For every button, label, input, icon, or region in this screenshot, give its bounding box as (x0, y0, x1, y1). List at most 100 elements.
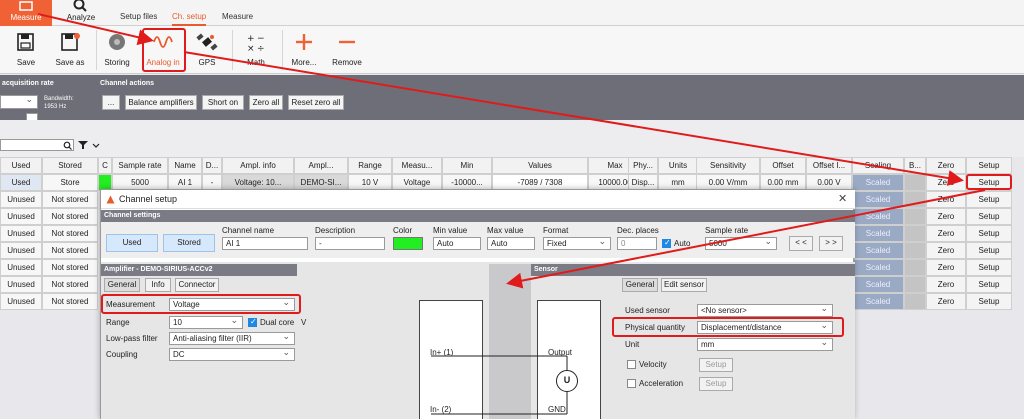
more-button[interactable]: More... (286, 28, 322, 72)
column-header[interactable]: Sensitivity (696, 157, 760, 174)
zero-button[interactable]: Zero (926, 174, 966, 191)
amp-tab-connector[interactable]: Connector (175, 278, 219, 292)
zero-all-button[interactable]: Zero all (249, 95, 283, 110)
used-cell[interactable]: Unused (0, 208, 42, 225)
balance-amplifiers-button[interactable]: Balance amplifiers (125, 95, 197, 110)
tab-ch-setup[interactable]: Ch. setup (172, 12, 207, 26)
reset-zero-all-button[interactable]: Reset zero all (288, 95, 344, 110)
amp-tab-info[interactable]: Info (145, 278, 171, 292)
stored-cell[interactable]: Store (42, 174, 98, 191)
column-header[interactable]: Zero (926, 157, 966, 174)
dec-places-input[interactable]: 0 (617, 237, 657, 250)
tab-measure[interactable]: Measure (0, 0, 52, 26)
sample-rate-select[interactable]: 5000 (705, 236, 777, 250)
lowpass-select[interactable]: Anti-aliasing filter (IIR) (169, 331, 295, 345)
used-sensor-select[interactable]: <No sensor> (697, 303, 833, 317)
scaling-cell[interactable]: Scaled (852, 242, 904, 259)
unit-select[interactable]: mm (697, 337, 833, 351)
zero-button[interactable]: Zero (926, 259, 966, 276)
acceleration-checkbox[interactable] (627, 379, 636, 388)
used-cell[interactable]: Unused (0, 191, 42, 208)
save-as-button[interactable]: Save as (50, 28, 90, 72)
channel-name-input[interactable]: AI 1 (222, 237, 308, 250)
column-header[interactable]: Range (348, 157, 392, 174)
column-header[interactable]: Name (168, 157, 202, 174)
stored-toggle[interactable]: Stored (163, 234, 215, 252)
coupling-select[interactable]: DC (169, 347, 295, 361)
used-cell[interactable]: Unused (0, 259, 42, 276)
column-header[interactable]: B... (904, 157, 926, 174)
used-cell[interactable]: Unused (0, 276, 42, 293)
scaling-cell[interactable]: Scaled (852, 259, 904, 276)
stored-cell[interactable]: Not stored (42, 191, 98, 208)
color-swatch[interactable] (393, 237, 423, 250)
column-header[interactable]: Ampl... (294, 157, 348, 174)
column-header[interactable]: Units (658, 157, 698, 174)
used-cell[interactable]: Used (0, 174, 42, 191)
column-header[interactable]: Used (0, 157, 42, 174)
storing-button[interactable]: Storing (100, 28, 134, 72)
setup-button[interactable]: Setup (966, 191, 1012, 208)
stored-cell[interactable]: Not stored (42, 208, 98, 225)
column-header[interactable]: Values (492, 157, 588, 174)
next-channel-button[interactable]: > > (819, 236, 843, 251)
used-cell[interactable]: Unused (0, 225, 42, 242)
short-on-button[interactable]: Short on (202, 95, 244, 110)
math-button[interactable]: + − × ÷ Math (238, 28, 274, 72)
setup-button[interactable]: Setup (966, 293, 1012, 310)
tab-measure-2[interactable]: Measure (222, 12, 253, 21)
column-header[interactable]: Stored (42, 157, 98, 174)
setup-button[interactable]: Setup (966, 242, 1012, 259)
scaling-cell[interactable]: Scaled (852, 276, 904, 293)
setup-button[interactable]: Setup (966, 225, 1012, 242)
sensor-tab-general[interactable]: General (622, 278, 658, 292)
column-header[interactable]: Measu... (392, 157, 442, 174)
scaling-cell[interactable]: Scaled (852, 191, 904, 208)
scaling-cell[interactable]: Scaled (852, 293, 904, 310)
chevron-down-icon[interactable] (92, 143, 100, 149)
gps-button[interactable]: GPS (190, 28, 224, 72)
column-header[interactable]: Scaling (852, 157, 904, 174)
scaling-cell[interactable]: Scaled (852, 174, 904, 191)
amp-tab-general[interactable]: General (104, 278, 140, 292)
auto-checkbox[interactable] (662, 238, 671, 248)
acceleration-setup-button[interactable]: Setup (699, 377, 733, 391)
filter-search-input[interactable] (0, 139, 74, 151)
format-select[interactable]: Fixed (543, 236, 611, 250)
stored-cell[interactable]: Not stored (42, 293, 98, 310)
velocity-checkbox[interactable] (627, 360, 636, 369)
min-value-input[interactable]: Auto (433, 237, 481, 250)
column-header[interactable]: Sample rate (112, 157, 168, 174)
acquisition-rate-select[interactable] (0, 94, 38, 109)
column-header[interactable]: D... (202, 157, 222, 174)
zero-button[interactable]: Zero (926, 242, 966, 259)
column-header[interactable]: Offset I... (806, 157, 852, 174)
column-header[interactable]: Offset (760, 157, 806, 174)
description-input[interactable]: - (315, 237, 385, 250)
sensor-tab-edit-sensor[interactable]: Edit sensor (661, 278, 707, 292)
zero-button[interactable]: Zero (926, 208, 966, 225)
save-button[interactable]: Save (8, 28, 44, 72)
column-header[interactable]: Ampl. info (222, 157, 294, 174)
tab-analyze[interactable]: Analyze (58, 0, 104, 26)
velocity-setup-button[interactable]: Setup (699, 358, 733, 372)
column-header[interactable]: Phy... (628, 157, 658, 174)
stored-cell[interactable]: Not stored (42, 242, 98, 259)
close-icon[interactable]: ✕ (838, 192, 847, 205)
tab-setup-files[interactable]: Setup files (120, 12, 157, 21)
column-header[interactable]: C (98, 157, 112, 174)
column-header[interactable]: Min (442, 157, 492, 174)
stored-cell[interactable]: Not stored (42, 259, 98, 276)
remove-button[interactable]: Remove (328, 28, 366, 72)
range-select[interactable]: 10 (169, 315, 243, 329)
scaling-cell[interactable]: Scaled (852, 208, 904, 225)
more-actions-button[interactable]: ... (102, 95, 120, 110)
max-value-input[interactable]: Auto (487, 237, 535, 250)
filter-icon[interactable] (78, 140, 88, 150)
zero-button[interactable]: Zero (926, 276, 966, 293)
used-toggle[interactable]: Used (106, 234, 158, 252)
setup-button[interactable]: Setup (966, 259, 1012, 276)
used-cell[interactable]: Unused (0, 242, 42, 259)
previous-channel-button[interactable]: < < (789, 236, 813, 251)
column-header[interactable]: Setup (966, 157, 1012, 174)
